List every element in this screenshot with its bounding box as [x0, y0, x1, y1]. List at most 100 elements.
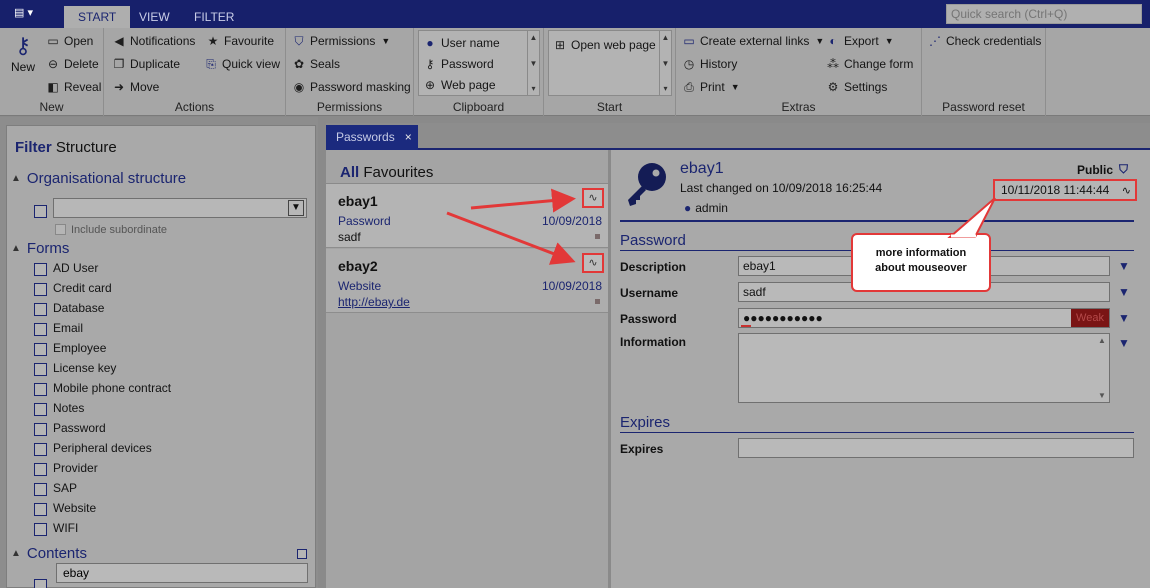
start-scrollbar[interactable]: ▲ ▼ ▾	[659, 31, 671, 95]
quick-search-input[interactable]	[946, 4, 1142, 24]
check-credentials-icon: ⋰	[929, 34, 941, 48]
contents-option-checkbox[interactable]	[297, 549, 307, 559]
tab-view[interactable]: VIEW	[125, 6, 184, 28]
item-type: Website	[338, 279, 382, 293]
panel-splitter[interactable]: ⋮	[606, 536, 616, 550]
form-checkbox-credit-card[interactable]	[34, 283, 47, 296]
tab-start[interactable]: START	[64, 6, 131, 28]
seal-icon: ✿	[293, 57, 305, 71]
new-button[interactable]: ⚷ New	[8, 32, 38, 82]
settings-button[interactable]: ⚙ Settings	[826, 78, 888, 96]
clipboard-scrollbar[interactable]: ▲ ▼ ▾	[527, 31, 539, 95]
reveal-button[interactable]: ◧ Reveal	[46, 78, 101, 96]
clock-icon: ◷	[683, 57, 695, 71]
forms-header[interactable]: ▲ Forms	[11, 240, 69, 257]
change-form-button[interactable]: ⁂ Change form	[826, 55, 913, 73]
chevron-down-icon: ▼	[884, 36, 894, 46]
filter-title: Filter Structure	[15, 139, 117, 156]
password-field[interactable]: ●●●●●●●●●●● Weak	[738, 308, 1110, 328]
expand-information-icon[interactable]: ▼	[1118, 336, 1130, 350]
copy-password-item[interactable]: ⚷ Password	[423, 55, 494, 73]
copy-user-name-item[interactable]: ● User name	[423, 34, 499, 52]
quick-view-button[interactable]: ⎘ Quick view	[204, 55, 280, 73]
form-checkbox-password[interactable]	[34, 423, 47, 436]
form-checkbox-peripheral-devices[interactable]	[34, 443, 47, 456]
list-item[interactable]: ebay1 Password 10/09/2018 sadf ∿	[326, 184, 608, 248]
ribbon-group-start: ⊞ Open web page ▲ ▼ ▾ Start	[544, 28, 676, 116]
information-scrollbar[interactable]: ▲ ▼	[1095, 334, 1109, 402]
form-checkbox-sap[interactable]	[34, 483, 47, 496]
form-label: Employee	[53, 341, 107, 355]
chevron-up-icon: ▲	[11, 548, 21, 559]
contents-search-input[interactable]	[56, 563, 308, 583]
gear-icon: ⚙	[827, 80, 839, 94]
activity-pulse-icon[interactable]: ∿	[582, 253, 604, 273]
open-button[interactable]: ▭ Open	[46, 32, 93, 50]
org-structure-select[interactable]: ▼	[53, 198, 307, 218]
open-web-page-item[interactable]: ⊞ Open web page	[553, 36, 656, 54]
form-checkbox-email[interactable]	[34, 323, 47, 336]
group-label-extras: Extras	[781, 100, 816, 114]
item-name: ebay1	[338, 193, 378, 209]
contents-header[interactable]: ▲ Contents	[11, 545, 87, 562]
activity-pulse-icon[interactable]: ∿	[582, 188, 604, 208]
printer-icon: ⎙	[684, 80, 694, 94]
expand-username-icon[interactable]: ▼	[1118, 285, 1130, 299]
copy-web-page-item[interactable]: ⊕ Web page	[423, 76, 496, 94]
move-button[interactable]: ➜ Move	[112, 78, 159, 96]
notifications-button[interactable]: ◀ Notifications	[112, 32, 195, 50]
expand-password-icon[interactable]: ▼	[1118, 311, 1130, 325]
expires-field[interactable]	[738, 438, 1134, 458]
form-checkbox-ad-user[interactable]	[34, 263, 47, 276]
shield-icon: ⛉	[294, 34, 304, 48]
item-link[interactable]: http://ebay.de	[338, 295, 410, 309]
password-masking-button[interactable]: ◉ Password masking	[292, 78, 411, 96]
document-tab-bar: Passwords ×	[326, 123, 1150, 150]
move-arrow-icon: ➜	[113, 80, 125, 94]
form-checkbox-license-key[interactable]	[34, 363, 47, 376]
start-list: ⊞ Open web page ▲ ▼ ▾	[548, 30, 672, 96]
close-icon[interactable]: ×	[405, 130, 412, 144]
form-checkbox-database[interactable]	[34, 303, 47, 316]
form-label: WIFI	[53, 521, 79, 535]
tab-passwords[interactable]: Passwords ×	[326, 125, 418, 150]
form-checkbox-website[interactable]	[34, 503, 47, 516]
org-structure-checkbox[interactable]	[34, 205, 47, 218]
timestamp-badge[interactable]: 10/11/2018 11:44:44 ∿	[993, 179, 1137, 201]
ribbon-group-permissions: ⛉ Permissions ▼ ✿ Seals ◉ Password masking P…	[286, 28, 414, 116]
form-checkbox-employee[interactable]	[34, 343, 47, 356]
app-menu-button[interactable]: ▤ ▾	[14, 6, 46, 24]
tab-filter[interactable]: FILTER	[180, 6, 248, 28]
seals-button[interactable]: ✿ Seals	[292, 55, 340, 73]
permissions-button[interactable]: ⛉ Permissions ▼	[292, 32, 390, 50]
form-label: Mobile phone contract	[53, 381, 172, 395]
org-structure-header[interactable]: ▲ Organisational structure	[11, 170, 186, 187]
item-date: 10/09/2018	[541, 214, 602, 228]
group-label-password-reset: Password reset	[942, 100, 1025, 114]
create-external-links-button[interactable]: ▭ Create external links ▼	[682, 32, 824, 50]
item-date: 10/09/2018	[541, 279, 602, 293]
delete-button[interactable]: ⊖ Delete	[46, 55, 99, 73]
form-checkbox-notes[interactable]	[34, 403, 47, 416]
export-button[interactable]: ◐ Export ▼	[826, 32, 894, 50]
strength-badge: Weak	[1071, 309, 1109, 327]
favourite-button[interactable]: ★ Favourite	[206, 32, 274, 50]
group-label-clipboard: Clipboard	[452, 100, 505, 114]
history-button[interactable]: ◷ History	[682, 55, 738, 73]
activity-pulse-icon: ∿	[1121, 185, 1131, 197]
information-field[interactable]: ▲ ▼	[738, 333, 1110, 403]
form-checkbox-provider[interactable]	[34, 463, 47, 476]
print-button[interactable]: ⎙ Print ▼	[682, 78, 739, 96]
duplicate-button[interactable]: ❐ Duplicate	[112, 55, 180, 73]
form-label: Password	[53, 421, 106, 435]
check-credentials-button[interactable]: ⋰ Check credentials	[928, 32, 1041, 50]
list-item[interactable]: ebay2 Website 10/09/2018 http://ebay.de …	[326, 249, 608, 313]
expand-description-icon[interactable]: ▼	[1118, 259, 1130, 273]
include-subordinate-checkbox[interactable]	[55, 224, 66, 235]
contents-checkbox[interactable]	[34, 579, 47, 588]
form-checkbox-wifi[interactable]	[34, 523, 47, 536]
form-checkbox-mobile-phone-contract[interactable]	[34, 383, 47, 396]
user-icon: ●	[684, 201, 692, 215]
password-dots: ●●●●●●●●●●●	[743, 311, 823, 325]
information-label: Information	[620, 335, 686, 349]
